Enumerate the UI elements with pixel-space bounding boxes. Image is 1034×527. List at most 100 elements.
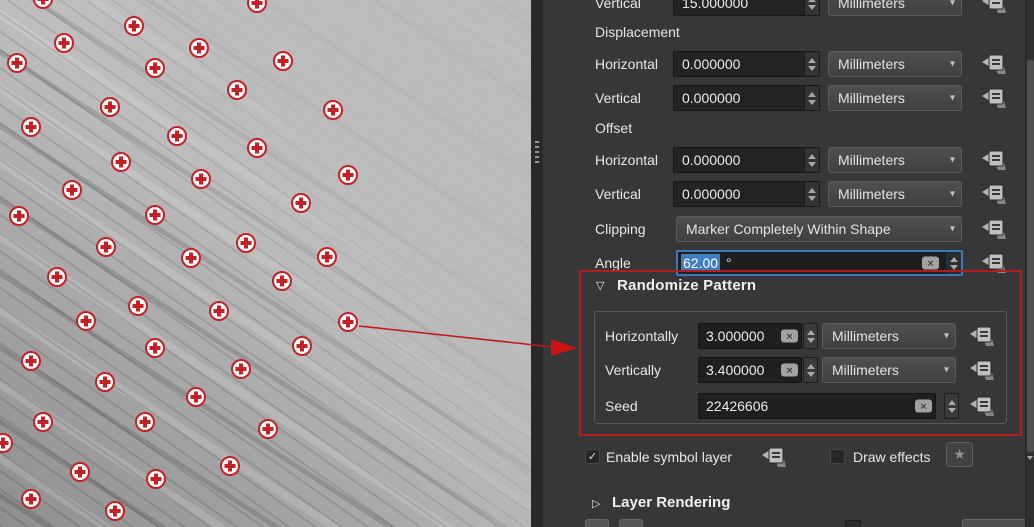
draw-effects-customize-button[interactable]: ★ — [946, 442, 973, 467]
map-marker — [167, 126, 187, 146]
spinner-buttons[interactable] — [803, 357, 818, 383]
footer-row: ✓ Enable symbol layer Draw effects ★ — [543, 444, 1034, 470]
unit-combobox[interactable]: Millimeters ▾ — [828, 181, 962, 207]
spinner-buttons[interactable] — [944, 393, 959, 419]
spin-up-icon — [807, 364, 815, 369]
randomize-vertically-input[interactable]: 3.400000 ✕ — [698, 357, 802, 383]
data-defined-override-button[interactable] — [981, 87, 1007, 109]
partial-button[interactable] — [585, 519, 609, 527]
draw-effects-checkbox[interactable] — [830, 449, 845, 464]
map-marker — [227, 80, 247, 100]
randomize-horizontally-row: Horizontally 3.000000 ✕ Millimeters ▾ — [543, 323, 1034, 349]
unit-combobox[interactable]: Millimeters ▾ — [828, 147, 962, 173]
displacement-vertical-input[interactable]: 0.000000 — [673, 85, 820, 111]
displacement-vertical-label: Vertical — [595, 90, 641, 106]
scrollbar-thumb[interactable] — [1027, 60, 1034, 452]
unit-combobox[interactable]: Millimeters ▾ — [822, 323, 956, 349]
data-defined-override-icon — [981, 219, 1006, 240]
data-defined-override-button[interactable] — [981, 252, 1007, 274]
panel-scrollbar[interactable] — [1025, 0, 1034, 527]
panel-splitter[interactable] — [531, 0, 543, 527]
clipping-row: Clipping Marker Completely Within Shape … — [543, 216, 1034, 242]
clear-value-button[interactable]: ✕ — [915, 400, 932, 413]
data-defined-override-button[interactable] — [981, 149, 1007, 171]
spin-down-icon — [808, 100, 816, 105]
map-canvas[interactable] — [0, 0, 531, 527]
spinner-buttons[interactable] — [804, 148, 819, 172]
randomize-horizontally-label: Horizontally — [605, 328, 678, 344]
data-defined-override-button[interactable] — [981, 183, 1007, 205]
map-marker — [7, 53, 27, 73]
unit-combobox[interactable]: Millimeters ▾ — [822, 357, 956, 383]
pattern-vertical-row: Vertical 15.000000 Millimeters ▾ — [543, 0, 1034, 16]
map-marker — [21, 351, 41, 371]
spin-down-icon — [808, 162, 816, 167]
randomize-pattern-header[interactable]: ▽ Randomize Pattern — [543, 277, 1034, 297]
map-marker — [33, 412, 53, 432]
partial-button[interactable] — [619, 519, 643, 527]
chevron-down-icon: ▾ — [944, 365, 949, 376]
collapse-triangle-icon[interactable]: ▷ — [592, 497, 600, 510]
partial-button[interactable] — [962, 519, 1034, 527]
map-marker — [146, 469, 166, 489]
offset-vertical-row: Vertical 0.000000 Millimeters ▾ — [543, 181, 1034, 207]
scrollbar-down-button[interactable] — [1027, 460, 1034, 474]
map-marker — [236, 233, 256, 253]
angle-input[interactable]: 62.00 ° ✕ — [676, 250, 963, 276]
layer-rendering-header[interactable]: ▷ Layer Rendering — [543, 494, 1034, 516]
data-defined-override-button[interactable] — [969, 359, 995, 381]
spinner-buttons[interactable] — [803, 323, 818, 349]
data-defined-override-button[interactable] — [969, 325, 995, 347]
partial-field[interactable] — [845, 520, 861, 527]
unit-combobox[interactable]: Millimeters ▾ — [828, 51, 962, 77]
symbol-layer-panel: Vertical 15.000000 Millimeters ▾ Displac… — [543, 0, 1034, 527]
clipping-label: Clipping — [595, 221, 646, 237]
enable-symbol-layer-label: Enable symbol layer — [606, 449, 732, 465]
enable-symbol-layer-checkbox[interactable]: ✓ — [585, 449, 600, 464]
map-marker — [338, 165, 358, 185]
spin-down-icon — [807, 372, 815, 377]
field-value: 15.000000 — [682, 0, 748, 11]
clear-value-button[interactable]: ✕ — [922, 257, 939, 270]
spinner-buttons[interactable] — [804, 86, 819, 110]
spinner-buttons[interactable] — [804, 0, 819, 15]
randomize-seed-input[interactable]: 22426606 ✕ — [698, 393, 936, 419]
displacement-horizontal-label: Horizontal — [595, 56, 658, 72]
clipping-combobox[interactable]: Marker Completely Within Shape ▾ — [676, 216, 962, 242]
data-defined-override-button[interactable] — [981, 0, 1007, 14]
data-defined-override-button[interactable] — [981, 53, 1007, 75]
chevron-down-icon: ▾ — [950, 155, 955, 166]
spinner-buttons[interactable] — [804, 182, 819, 206]
data-defined-override-button[interactable] — [981, 218, 1007, 240]
data-defined-override-icon — [761, 447, 786, 468]
spinner-buttons[interactable] — [804, 52, 819, 76]
unit-combobox[interactable]: Millimeters ▾ — [828, 85, 962, 111]
pattern-vertical-input[interactable]: 15.000000 — [673, 0, 820, 16]
spin-up-icon — [808, 154, 816, 159]
chevron-down-icon: ▾ — [950, 59, 955, 70]
map-marker — [21, 117, 41, 137]
map-marker — [247, 0, 267, 13]
map-marker — [186, 387, 206, 407]
map-marker — [258, 419, 278, 439]
displacement-horizontal-input[interactable]: 0.000000 — [673, 51, 820, 77]
map-marker — [124, 16, 144, 36]
randomize-horizontally-input[interactable]: 3.000000 ✕ — [698, 323, 802, 349]
map-marker — [33, 0, 53, 9]
data-defined-override-button[interactable] — [761, 446, 787, 468]
clear-value-button[interactable]: ✕ — [781, 330, 798, 343]
map-marker — [220, 456, 240, 476]
data-defined-override-icon — [969, 396, 994, 417]
spinner-buttons[interactable] — [946, 252, 961, 274]
map-marker — [231, 359, 251, 379]
map-marker — [209, 301, 229, 321]
clear-value-button[interactable]: ✕ — [781, 364, 798, 377]
offset-vertical-input[interactable]: 0.000000 — [673, 181, 820, 207]
offset-horizontal-input[interactable]: 0.000000 — [673, 147, 820, 173]
map-marker — [145, 338, 165, 358]
offset-horizontal-label: Horizontal — [595, 152, 658, 168]
data-defined-override-button[interactable] — [969, 395, 995, 417]
collapse-triangle-icon[interactable]: ▽ — [596, 279, 604, 292]
unit-combobox[interactable]: Millimeters ▾ — [828, 0, 962, 16]
offset-horizontal-row: Horizontal 0.000000 Millimeters ▾ — [543, 147, 1034, 173]
